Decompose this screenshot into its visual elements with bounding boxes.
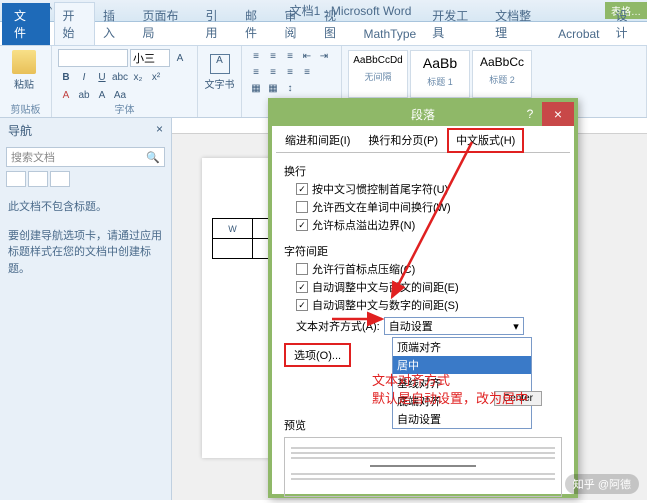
align-label: 文本对齐方式(A): bbox=[296, 318, 380, 334]
borders-icon[interactable]: ▦ bbox=[265, 80, 281, 96]
dialog-tabs: 缩进和间距(I) 换行和分页(P) 中文版式(H) bbox=[276, 128, 570, 153]
dialog-close-button[interactable]: × bbox=[542, 102, 574, 126]
nav-tab-headings[interactable] bbox=[6, 171, 26, 187]
align-right-icon[interactable]: ≡ bbox=[282, 64, 298, 80]
checkbox[interactable]: ✓ bbox=[296, 299, 308, 311]
chevron-down-icon: ▾ bbox=[513, 320, 519, 333]
table-cell[interactable] bbox=[213, 239, 253, 259]
dlg-tab-indent[interactable]: 缩进和间距(I) bbox=[276, 128, 359, 152]
font-size-select[interactable]: 小三 bbox=[130, 49, 170, 67]
justify-icon[interactable]: ≡ bbox=[299, 64, 315, 80]
underline-button[interactable]: U bbox=[94, 69, 110, 85]
tab-view[interactable]: 视图 bbox=[316, 3, 356, 45]
table-cell[interactable]: W bbox=[213, 219, 253, 239]
dialog-body: 换行 ✓按中文习惯控制首尾字符(U) 允许西文在单词中间换行(W) ✓允许标点溢… bbox=[272, 153, 574, 503]
tab-review[interactable]: 审阅 bbox=[276, 3, 316, 45]
nav-empty-msg1: 此文档不包含标题。 bbox=[8, 199, 163, 216]
tab-docorg[interactable]: 文档整理 bbox=[487, 3, 550, 45]
tab-home[interactable]: 开始 bbox=[54, 2, 96, 45]
tab-design[interactable]: 设计 bbox=[608, 3, 647, 45]
dd-item[interactable]: 顶端对齐 bbox=[393, 338, 531, 356]
bullets-icon[interactable]: ≡ bbox=[248, 48, 264, 64]
watermark: 知乎 @阿德 bbox=[565, 474, 639, 494]
textbox-icon: A bbox=[210, 54, 230, 74]
nav-tab-results[interactable] bbox=[50, 171, 70, 187]
align-left-icon[interactable]: ≡ bbox=[248, 64, 264, 80]
tab-mailings[interactable]: 邮件 bbox=[237, 3, 277, 45]
ribbon-tabs: 文件 开始 插入 页面布局 引用 邮件 审阅 视图 MathType 开发工具 … bbox=[0, 22, 647, 46]
checkbox[interactable]: ✓ bbox=[296, 281, 308, 293]
nav-tab-pages[interactable] bbox=[28, 171, 48, 187]
annotation-text: 文本对齐方式 默认是自动设置，改为居中 bbox=[372, 372, 528, 408]
tab-mathtype[interactable]: MathType bbox=[355, 23, 424, 45]
grow-font-icon[interactable]: A bbox=[172, 50, 188, 66]
nav-view-tabs bbox=[6, 171, 165, 187]
style-item[interactable]: AaBb标题 1 bbox=[410, 50, 470, 98]
paragraph-dialog: 段落 ? × 缩进和间距(I) 换行和分页(P) 中文版式(H) 换行 ✓按中文… bbox=[268, 98, 578, 498]
bold-button[interactable]: B bbox=[58, 69, 74, 85]
dlg-tab-chinese[interactable]: 中文版式(H) bbox=[447, 128, 524, 153]
indent-right-icon[interactable]: ⇥ bbox=[316, 48, 332, 64]
numbering-icon[interactable]: ≡ bbox=[265, 48, 281, 64]
options-button[interactable]: 选项(O)... bbox=[284, 343, 351, 367]
strike-button[interactable]: abc bbox=[112, 69, 128, 85]
nav-close-icon[interactable]: × bbox=[156, 122, 163, 139]
italic-button[interactable]: I bbox=[76, 69, 92, 85]
search-icon: 🔍 bbox=[146, 151, 160, 164]
dlg-tab-pagebreak[interactable]: 换行和分页(P) bbox=[359, 128, 447, 152]
dd-item[interactable]: 自动设置 bbox=[393, 410, 531, 428]
multilevel-icon[interactable]: ≡ bbox=[282, 48, 298, 64]
dialog-help-icon[interactable]: ? bbox=[518, 102, 542, 126]
subscript-button[interactable]: x₂ bbox=[130, 69, 146, 85]
style-item[interactable]: AaBbCc标题 2 bbox=[472, 50, 532, 98]
text-align-row: 文本对齐方式(A): 自动设置 ▾ bbox=[296, 317, 562, 335]
dialog-title: 段落 ? × bbox=[272, 102, 574, 126]
preview-box bbox=[284, 437, 562, 497]
group-font: 小三 A B I U abc x₂ x² A ab A Aa 字体 bbox=[52, 46, 198, 117]
textbox-button[interactable]: A 文字书 bbox=[204, 54, 235, 91]
font-family-select[interactable] bbox=[58, 49, 128, 67]
tab-developer[interactable]: 开发工具 bbox=[424, 3, 487, 45]
group-clipboard: 粘贴 剪贴板 bbox=[0, 46, 52, 117]
tab-insert[interactable]: 插入 bbox=[95, 3, 135, 45]
paste-button[interactable]: 粘贴 bbox=[6, 48, 42, 91]
checkbox[interactable] bbox=[296, 263, 308, 275]
nav-search-input[interactable]: 搜索文档 🔍 bbox=[6, 147, 165, 167]
file-tab[interactable]: 文件 bbox=[2, 3, 50, 45]
checkbox[interactable]: ✓ bbox=[296, 183, 308, 195]
sort-icon[interactable]: ↕ bbox=[282, 80, 298, 96]
tab-acrobat[interactable]: Acrobat bbox=[550, 23, 607, 45]
checkbox[interactable]: ✓ bbox=[296, 219, 308, 231]
tab-references[interactable]: 引用 bbox=[197, 3, 237, 45]
checkbox[interactable] bbox=[296, 201, 308, 213]
section-spacing: 字符间距 bbox=[284, 243, 562, 259]
style-item[interactable]: AaBbCcDd无间隔 bbox=[348, 50, 408, 98]
superscript-button[interactable]: x² bbox=[148, 69, 164, 85]
tab-layout[interactable]: 页面布局 bbox=[135, 3, 198, 45]
paste-icon bbox=[12, 50, 36, 74]
nav-title: 导航 × bbox=[0, 118, 171, 143]
section-wrap: 换行 bbox=[284, 163, 562, 179]
indent-left-icon[interactable]: ⇤ bbox=[299, 48, 315, 64]
shading-icon[interactable]: ▦ bbox=[248, 80, 264, 96]
text-align-combo[interactable]: 自动设置 ▾ bbox=[384, 317, 524, 335]
nav-empty-msg2: 要创建导航选项卡，请通过应用标题样式在您的文档中创建标题。 bbox=[8, 228, 163, 278]
align-center-icon[interactable]: ≡ bbox=[265, 64, 281, 80]
group-textbox: A 文字书 bbox=[198, 46, 242, 117]
navigation-pane: 导航 × 搜索文档 🔍 此文档不包含标题。 要创建导航选项卡，请通过应用标题样式… bbox=[0, 118, 172, 500]
